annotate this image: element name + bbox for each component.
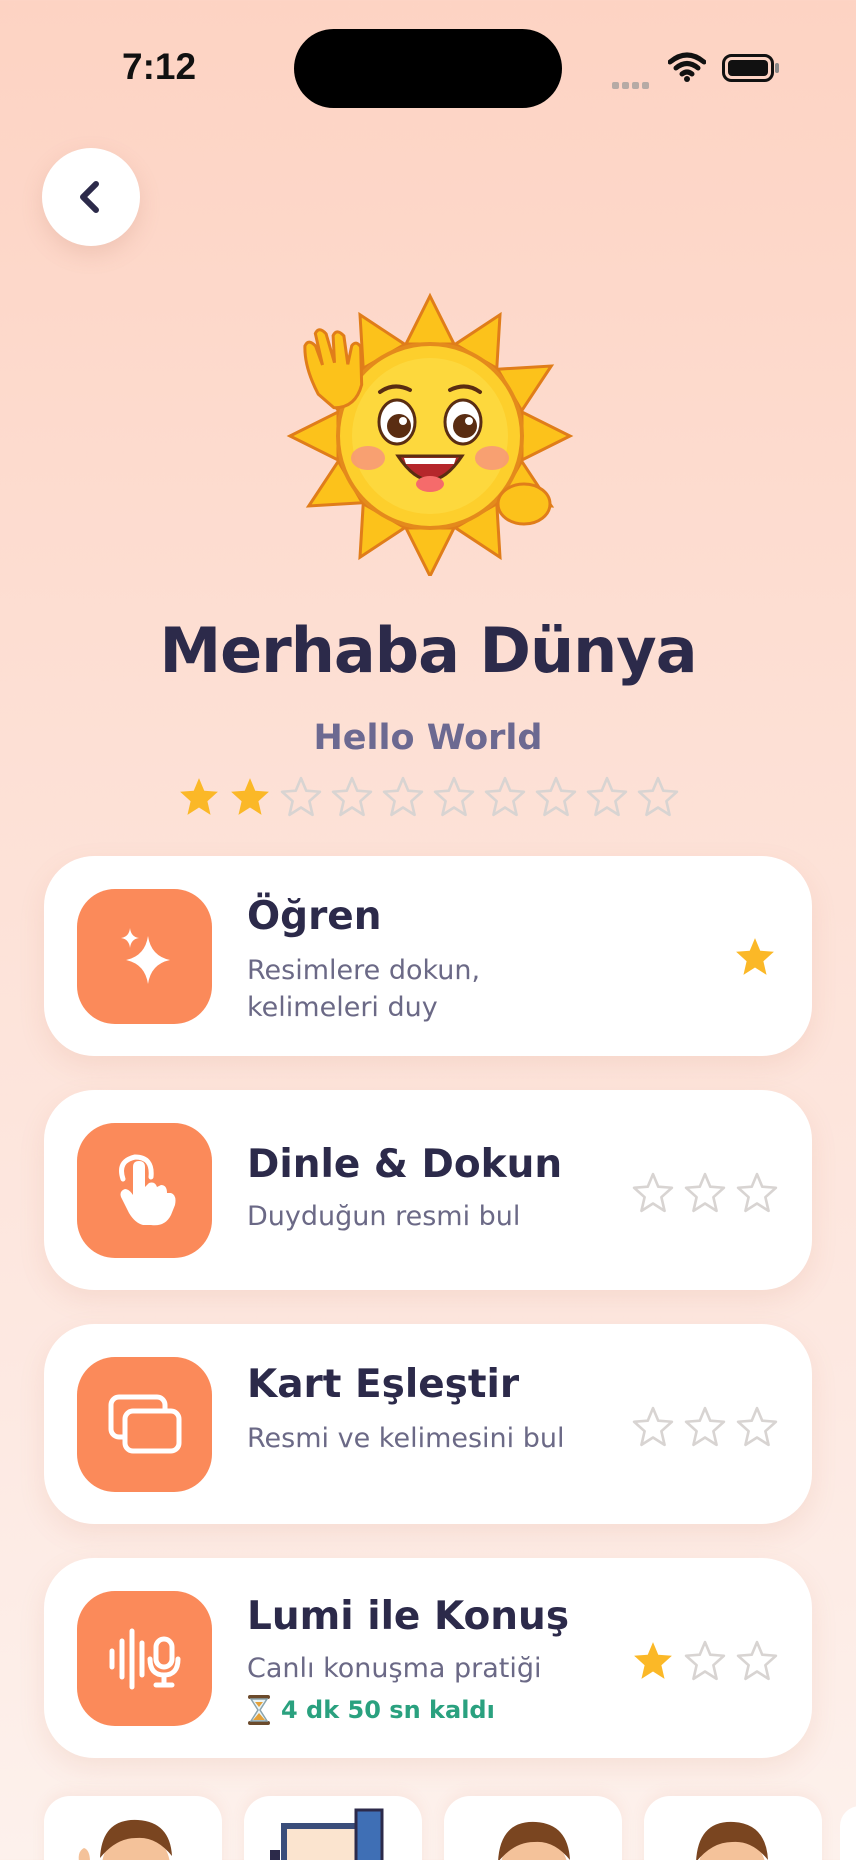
activity-card-match[interactable]: Kart Eşleştir Resmi ve kelimesini bul [44, 1324, 812, 1524]
activity-star-rating [632, 1172, 778, 1214]
star-empty-icon [637, 776, 679, 817]
star-empty-icon [586, 776, 628, 817]
activity-description: Resmi ve kelimesini bul [247, 1423, 565, 1454]
star-filled-icon [180, 778, 218, 815]
activity-card-listen-tap[interactable]: Dinle & Dokun Duyduğun resmi bul [44, 1090, 812, 1290]
thumbnail-card-partial[interactable] [840, 1806, 856, 1860]
chevron-left-icon [80, 181, 99, 213]
star-filled-icon [736, 938, 774, 975]
thumbnail-card[interactable] [44, 1796, 222, 1860]
star-filled-icon [634, 1642, 672, 1679]
star-empty-icon [433, 776, 475, 817]
activity-icon-tile [77, 889, 212, 1024]
activity-description: Resimlere dokun, kelimeleri duy [247, 955, 481, 1023]
star-filled-icon [231, 778, 269, 815]
activity-card-speak-lumi[interactable]: Lumi ile Konuş Canlı konuşma pratiği 4 d… [44, 1558, 812, 1758]
star-empty-icon [632, 1172, 674, 1213]
wifi-icon [667, 52, 707, 86]
activity-description: Canlı konuşma pratiği [247, 1653, 542, 1684]
hourglass-icon [248, 1695, 270, 1725]
boy-illustration [498, 1821, 570, 1860]
sparkle-icon [120, 927, 170, 984]
activity-title: Öğren [247, 894, 382, 939]
star-empty-icon [484, 776, 526, 817]
activity-card-learn[interactable]: Öğren Resimlere dokun, kelimeleri duy [44, 856, 812, 1056]
star-empty-icon [382, 776, 424, 817]
thumbnail-card[interactable] [244, 1796, 422, 1860]
lesson-thumbnails-row [44, 1796, 822, 1860]
tap-hand-icon [118, 1153, 175, 1225]
thumbnail-card[interactable] [444, 1796, 622, 1860]
activity-star-rating [734, 936, 776, 978]
star-empty-icon [684, 1640, 726, 1681]
star-empty-icon [684, 1406, 726, 1447]
star-empty-icon [280, 776, 322, 817]
activity-description: Duyduğun resmi bul [247, 1201, 521, 1232]
lesson-title: Merhaba Dünya [159, 614, 697, 687]
activity-icon-tile [77, 1123, 212, 1258]
sun-mascot-image [268, 286, 588, 580]
activity-title: Kart Eşleştir [247, 1362, 520, 1407]
cellular-signal-icon [612, 74, 652, 93]
activity-title: Lumi ile Konuş [247, 1594, 570, 1639]
star-empty-icon [684, 1172, 726, 1213]
star-empty-icon [632, 1406, 674, 1447]
status-time: 7:12 [122, 46, 197, 87]
cards-icon [108, 1394, 181, 1453]
thumbnail-card[interactable] [644, 1796, 822, 1860]
back-button[interactable] [42, 148, 140, 246]
battery-icon [722, 54, 780, 86]
star-empty-icon [736, 1640, 778, 1681]
voice-mic-icon [109, 1628, 180, 1689]
dynamic-island [294, 29, 562, 108]
boy-illustration [696, 1821, 768, 1860]
waving-boy-illustration [78, 1819, 172, 1860]
status-bar: 7:12 [0, 0, 856, 140]
activity-star-rating [632, 1640, 778, 1682]
activity-icon-tile [77, 1591, 212, 1726]
window-illustration [270, 1808, 384, 1860]
activity-icon-tile [77, 1357, 212, 1492]
time-remaining-text: 4 dk 50 sn kaldı [281, 1696, 495, 1724]
lesson-star-rating [178, 776, 679, 818]
lesson-subtitle: Hello World [313, 718, 543, 758]
activity-star-rating [632, 1406, 778, 1448]
time-remaining: 4 dk 50 sn kaldı [247, 1694, 495, 1726]
star-empty-icon [736, 1406, 778, 1447]
star-empty-icon [535, 776, 577, 817]
star-empty-icon [736, 1172, 778, 1213]
activity-title: Dinle & Dokun [247, 1142, 563, 1187]
star-empty-icon [331, 776, 373, 817]
